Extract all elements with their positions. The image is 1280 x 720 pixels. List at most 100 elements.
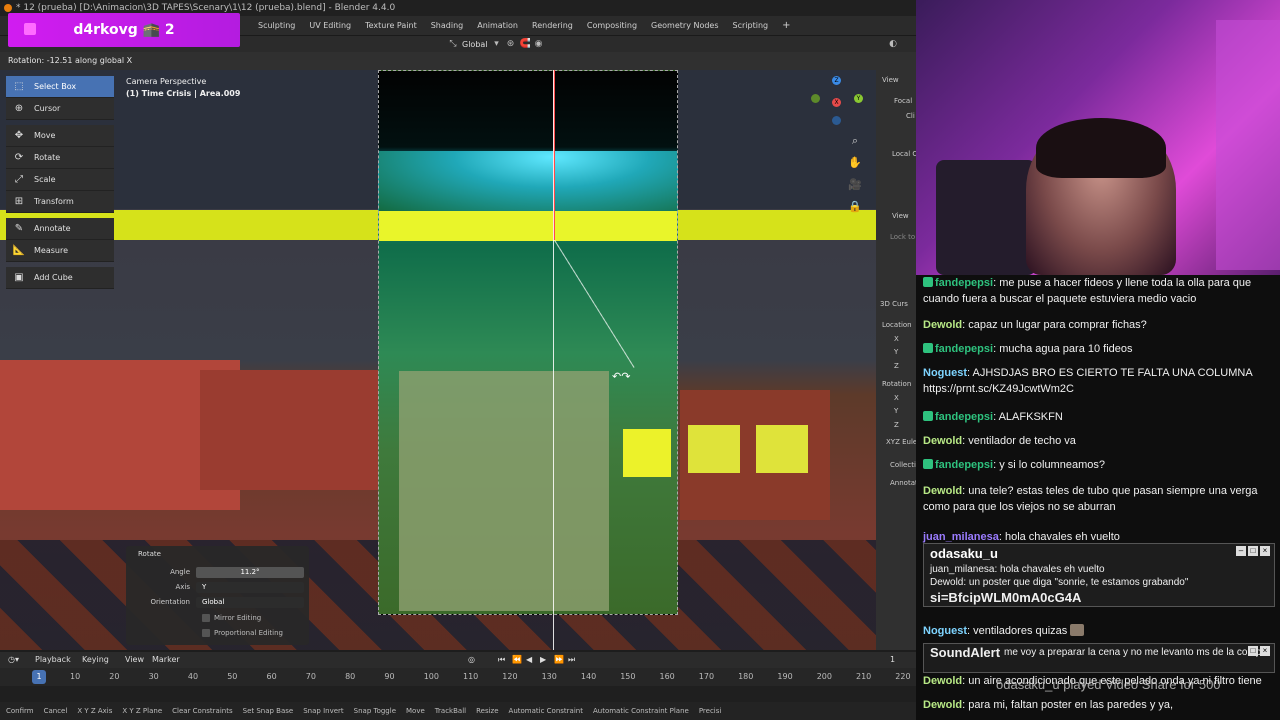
frame-tick-label: 90: [384, 672, 395, 681]
tool-scale[interactable]: ⤢ Scale: [6, 169, 114, 191]
gizmo-y-icon[interactable]: Y: [854, 94, 863, 103]
tool-add-cube[interactable]: ▣ Add Cube: [6, 267, 114, 289]
chat-text: ventilador de techo va: [968, 435, 1076, 447]
tab-workspace[interactable]: Animation: [471, 16, 524, 36]
rotate-operator-panel[interactable]: Rotate Angle 11.2° Axis Y Orientation Gl…: [126, 546, 309, 645]
list-item: fandepepsi: y si lo columneamos?: [923, 457, 1275, 473]
orientation-label: Orientation: [150, 598, 190, 606]
status-hint: X Y Z Axis: [77, 707, 113, 715]
location-y-label: Y: [894, 348, 899, 356]
location-x-label: X: [894, 335, 899, 343]
proportional-editing-checkbox[interactable]: Proportional Editing: [202, 629, 283, 637]
visibility-icon[interactable]: ◐: [888, 39, 898, 49]
popup2-title: SoundAlert: [930, 645, 1001, 660]
tool-measure[interactable]: 📐 Measure: [6, 240, 114, 262]
transform-orientation-dropdown[interactable]: ⤡ Global ▾ ⊛ 🧲 ◉: [448, 38, 544, 50]
frame-tick-label: 160: [659, 672, 675, 681]
maximize-icon[interactable]: □: [1248, 546, 1258, 556]
tool-rotate[interactable]: ⟳ Rotate: [6, 147, 114, 169]
arcade-cabinet-middle: [200, 370, 380, 490]
timeline-ruler[interactable]: 10 20 30 40 50 60 70 80 90 100 110 120 130 140 150 160 1…: [0, 668, 916, 686]
tool-cursor[interactable]: ⊕ Cursor: [6, 98, 114, 120]
viewport-info: Camera Perspective (1) Time Crisis | Are…: [126, 76, 240, 100]
gizmo-neg-y-icon[interactable]: [811, 94, 820, 103]
zoom-icon[interactable]: ⌕: [848, 134, 862, 148]
current-frame-field[interactable]: 1: [890, 652, 895, 668]
popup-title: odasaku_u: [930, 546, 998, 561]
measure-icon: 📐: [12, 245, 26, 256]
gizmo-z-icon[interactable]: Z: [832, 76, 841, 85]
marker-menu[interactable]: Marker: [152, 652, 180, 668]
close-icon[interactable]: ×: [1260, 646, 1270, 656]
frame-tick-label: 20: [109, 672, 120, 681]
tab-workspace[interactable]: Scripting: [727, 16, 775, 36]
tab-workspace[interactable]: Geometry Nodes: [645, 16, 724, 36]
gizmo-neg-z-icon[interactable]: [832, 116, 841, 125]
view-menu[interactable]: View: [125, 652, 144, 668]
view-section-header[interactable]: View: [882, 76, 899, 84]
jump-start-icon[interactable]: ⏮: [498, 652, 505, 668]
checkbox-box: [202, 614, 210, 622]
play-reverse-icon[interactable]: ◀: [526, 652, 532, 668]
close-icon[interactable]: ×: [1260, 546, 1270, 556]
status-bar: Confirm Cancel X Y Z Axis X Y Z Plane Clear …: [0, 702, 916, 720]
chat-text: capaz un lugar para comprar fichas?: [968, 319, 1147, 331]
rotation-axis-line-white: [553, 70, 554, 650]
tab-workspace[interactable]: Shading: [425, 16, 470, 36]
chat-username: fandepepsi: [935, 411, 994, 423]
proportional-icon[interactable]: ◉: [534, 39, 544, 49]
axis-dropdown[interactable]: Y: [196, 581, 304, 593]
jump-end-icon[interactable]: ⏭: [568, 652, 575, 668]
playback-menu[interactable]: Playback: [35, 652, 71, 668]
view-lock-header[interactable]: View: [892, 212, 909, 220]
add-cube-icon: ▣: [14, 272, 24, 283]
frame-tick-label: 220: [895, 672, 911, 681]
tab-workspace[interactable]: Compositing: [581, 16, 643, 36]
3d-viewport[interactable]: ↶↷ Camera Perspective (1) Time Crisis | …: [0, 70, 876, 650]
mirror-editing-checkbox[interactable]: Mirror Editing: [202, 614, 261, 622]
minimize-icon[interactable]: –: [1236, 546, 1246, 556]
annotations-header[interactable]: Annotat: [890, 479, 918, 487]
rotation-x-label: X: [894, 394, 899, 402]
record-icon[interactable]: ◎: [468, 652, 475, 668]
keying-menu[interactable]: Keying: [82, 652, 109, 668]
popup-line-3: si=BfcipWLM0mA0cG4A: [930, 590, 1082, 605]
tab-workspace[interactable]: Sculpting: [252, 16, 301, 36]
tool-select-box[interactable]: ⬚ Select Box: [6, 76, 114, 98]
tab-workspace[interactable]: UV Editing: [303, 16, 357, 36]
rotation-y-label: Y: [894, 407, 899, 415]
frame-tick-label: 80: [345, 672, 356, 681]
pan-hand-icon[interactable]: ✋: [848, 156, 862, 170]
frame-tick-label: 110: [463, 672, 479, 681]
prev-key-icon[interactable]: ⏪: [512, 652, 522, 668]
tool-transform[interactable]: ⊞ Transform: [6, 191, 114, 213]
navigation-gizmo[interactable]: Z X Y: [810, 76, 866, 132]
rotation-mode-dropdown[interactable]: XYZ Eule: [886, 438, 917, 446]
frame-tick-label: 100: [423, 672, 439, 681]
lock-icon[interactable]: 🔒: [848, 200, 862, 214]
tab-workspace[interactable]: Texture Paint: [359, 16, 423, 36]
3d-cursor-header[interactable]: 3D Curs: [880, 300, 908, 308]
collection-header[interactable]: Collecti: [890, 461, 916, 469]
tool-label: Add Cube: [34, 273, 73, 282]
blender-logo-icon: [4, 4, 12, 12]
angle-field[interactable]: 11.2°: [196, 566, 304, 578]
status-hint: Set Snap Base: [242, 707, 294, 715]
transform-orientation-value: Global: [462, 39, 488, 49]
timeline-editor-icon[interactable]: ◷▾: [8, 652, 19, 668]
workspace-tabs: Sculpting UV Editing Texture Paint Shading A…: [252, 16, 796, 36]
timeline-body[interactable]: [0, 686, 916, 702]
playhead-frame[interactable]: 1: [32, 670, 46, 684]
gizmo-x-icon[interactable]: X: [832, 98, 841, 107]
snap-icon[interactable]: 🧲: [520, 39, 531, 49]
camera-icon[interactable]: 🎥: [848, 178, 862, 192]
orientation-dropdown[interactable]: Global: [196, 596, 304, 608]
add-workspace-button[interactable]: +: [776, 16, 796, 36]
maximize-icon[interactable]: □: [1248, 646, 1258, 656]
play-icon[interactable]: ▶: [540, 652, 546, 668]
next-key-icon[interactable]: ⏩: [554, 652, 564, 668]
tab-workspace[interactable]: Rendering: [526, 16, 579, 36]
tool-move[interactable]: ✥ Move: [6, 125, 114, 147]
pivot-icon[interactable]: ⊛: [506, 39, 516, 49]
tool-annotate[interactable]: ✎ Annotate: [6, 218, 114, 240]
